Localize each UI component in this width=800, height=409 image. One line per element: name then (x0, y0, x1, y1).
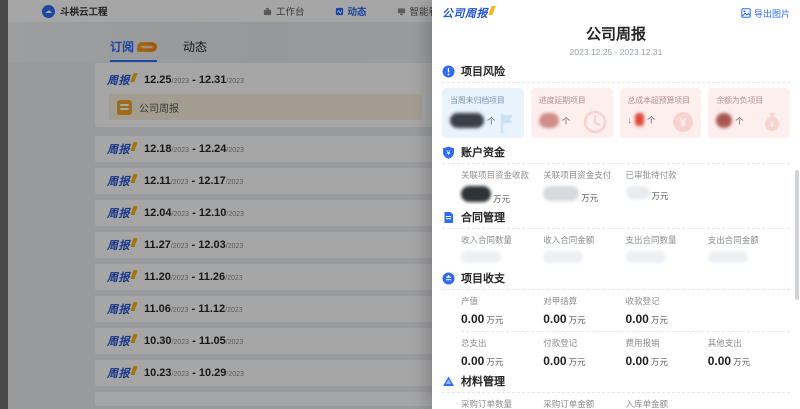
drawer-scrollbar[interactable] (795, 170, 799, 300)
section-title-materials: 材料管理 (461, 373, 505, 389)
risk-card-over-budget[interactable]: 总成本超预算项目 ↓个 ¥ (620, 88, 702, 138)
down-arrow-icon: ↓ (628, 115, 633, 125)
shield-icon: ¥ (442, 146, 455, 159)
stat-expense-contract-amount: 支出合同金额 (708, 234, 790, 266)
redacted-value (539, 113, 559, 128)
stat-income-contract-count: 收入合同数量 (461, 234, 543, 266)
risk-card-negative-balance[interactable]: 余额为负项目 个 ¥ (708, 88, 790, 138)
clock-icon (582, 109, 608, 135)
stat-income-contract-amount: 收入合同金额 (543, 234, 625, 266)
stat-approved-pending: 已审批待付款 万元 (626, 169, 708, 205)
divider (442, 82, 790, 83)
risk-card-delayed[interactable]: 进度延期项目 个 (531, 88, 613, 138)
stat-other-expense: 其他支出 0.00万元 (708, 337, 790, 369)
risk-alert-icon (442, 65, 455, 78)
stat-purchase-order-count: 采购订单数量 0个 (461, 398, 543, 409)
stat-funds-received: 关联项目资金收款 万元 (461, 169, 543, 205)
redacted-value (450, 113, 484, 128)
redacted-value (461, 251, 501, 263)
stat-settlement: 对甲结算 0.00万元 (543, 295, 625, 327)
divider (442, 392, 790, 393)
redacted-value (543, 251, 583, 263)
redacted-value (626, 186, 650, 199)
flag-icon (495, 111, 519, 135)
redacted-value (716, 113, 732, 128)
svg-text:¥: ¥ (680, 116, 687, 130)
risk-card-unarchived[interactable]: 当周未归档项目 个 (442, 88, 524, 138)
report-date-range: 2023.12.25 - 2023.12.31 (442, 47, 790, 57)
app-window: ☁ 斗栱云工程 工作台 动态 智能看板 订阅 动态 (0, 0, 800, 409)
drawer-stamp: 公司周报 (442, 5, 494, 21)
divider (442, 289, 790, 290)
income-expense-icon (442, 272, 455, 285)
divider (442, 228, 790, 229)
redacted-value (543, 186, 579, 201)
export-image-button[interactable]: 导出图片 (741, 7, 790, 20)
svg-text:¥: ¥ (447, 149, 451, 156)
svg-text:¥: ¥ (770, 120, 775, 129)
stat-funds-paid: 关联项目资金支付 万元 (543, 169, 625, 205)
redacted-value (461, 186, 491, 202)
section-title-income: 项目收支 (461, 270, 505, 286)
stat-expense-reimburse: 费用报销 0.00万元 (626, 337, 708, 369)
export-image-icon (741, 8, 751, 18)
weekly-report-drawer: 公司周报 导出图片 公司周报 2023.12.25 - 2023.12.31 项… (432, 0, 800, 409)
divider (461, 331, 790, 332)
redacted-value (626, 251, 666, 263)
stat-inbound-amount: 入库单金额 0.00万元 (626, 398, 708, 409)
stat-output-value: 产值 0.00万元 (461, 295, 543, 327)
divider (442, 163, 790, 164)
redacted-value (708, 251, 748, 263)
stat-total-expense: 总支出 0.00万元 (461, 337, 543, 369)
materials-icon (442, 375, 455, 388)
stat-payment-register: 付款登记 0.00万元 (543, 337, 625, 369)
stat-receipt-register: 收款登记 0.00万元 (626, 295, 708, 327)
section-title-funds: 账户资金 (461, 144, 505, 160)
money-bag-icon: ¥ (759, 109, 785, 135)
stat-expense-contract-count: 支出合同数量 (626, 234, 708, 266)
redacted-value (635, 113, 644, 126)
yen-circle-icon: ¥ (670, 109, 696, 135)
contract-doc-icon (442, 211, 455, 224)
section-title-contracts: 合同管理 (461, 209, 505, 225)
section-title-risk: 项目风险 (461, 63, 505, 79)
stat-purchase-order-amount: 采购订单金额 0.00万元 (543, 398, 625, 409)
report-title: 公司周报 (442, 23, 790, 44)
